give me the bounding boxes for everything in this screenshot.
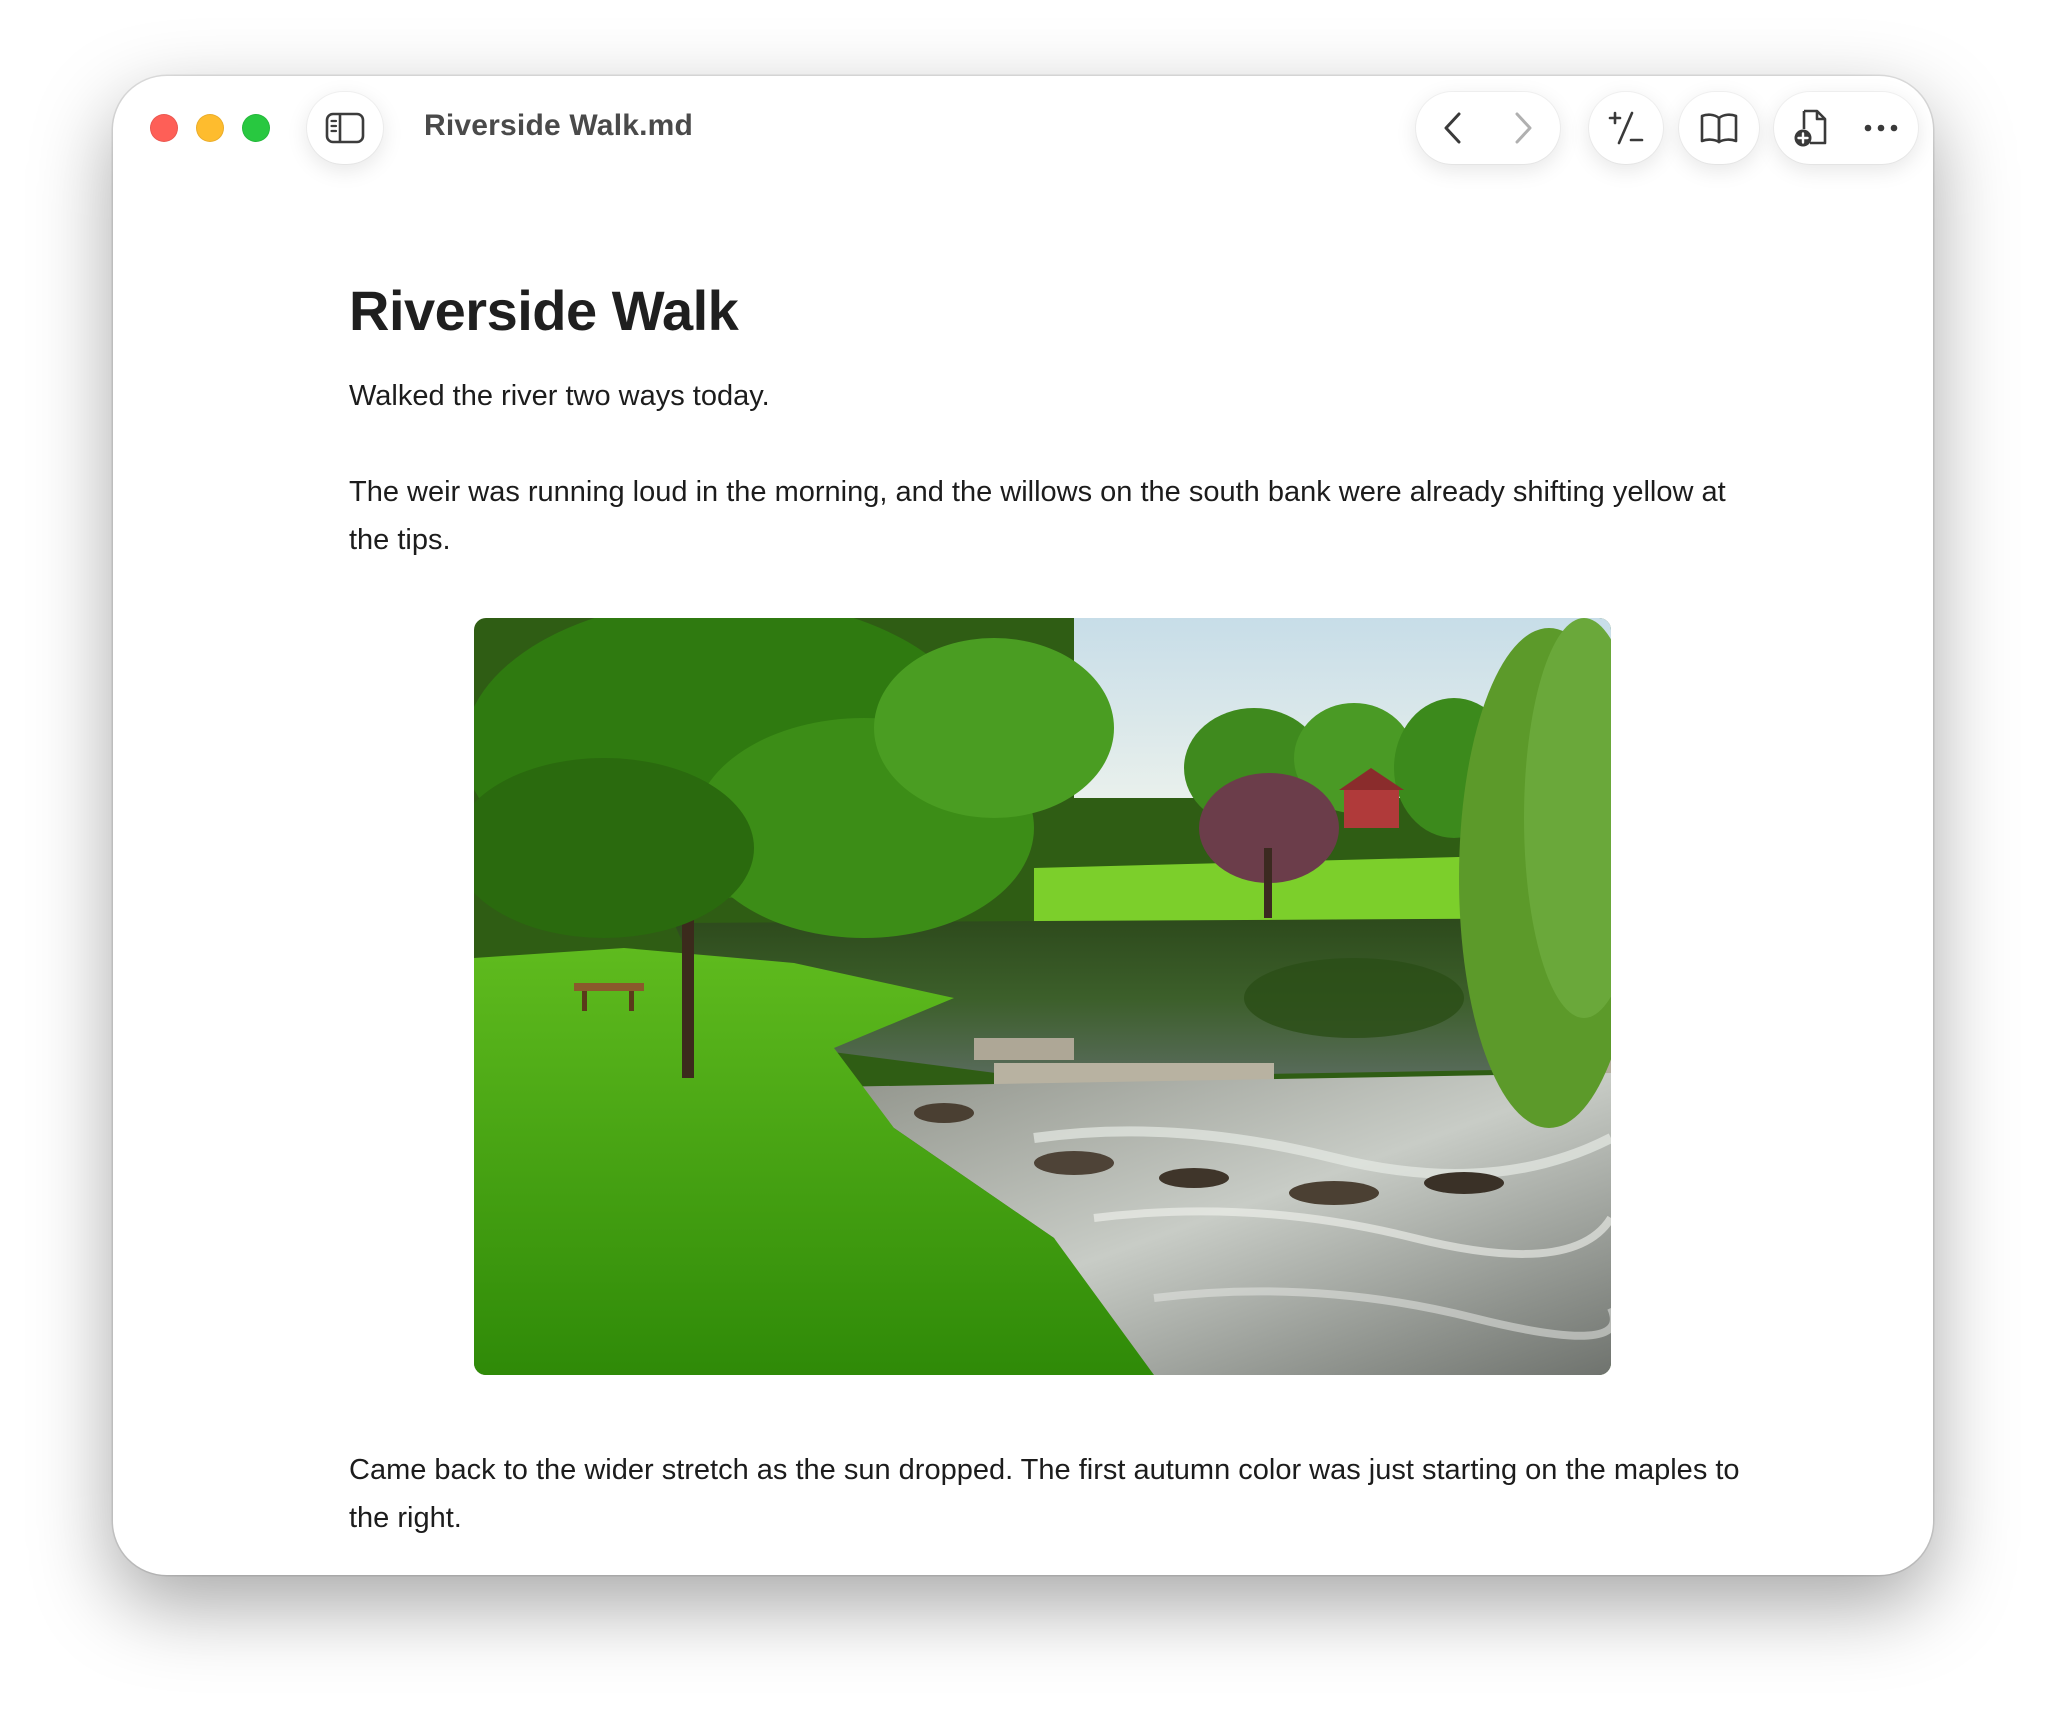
river-weir-photo [474,618,1611,1375]
document-filename: Riverside Walk.md [424,109,694,142]
forward-button[interactable] [1488,92,1558,164]
paragraph: Came back to the wider stretch as the su… [349,1454,1740,1534]
ellipsis-icon [1864,124,1898,132]
app-window: Riverside Walk.md Riverside Walk Walked … [113,76,1933,1575]
title-bar: Riverside Walk.md [113,76,1933,176]
sidebar-toggle-icon [325,112,365,144]
close-window-button[interactable] [150,114,178,142]
paragraph: Walked the river two ways today. [349,380,770,412]
back-button[interactable] [1418,92,1488,164]
more-options-button[interactable] [1846,92,1916,164]
plus-minus-icon [1608,111,1644,145]
changes-button[interactable] [1589,92,1663,164]
zoom-window-button[interactable] [242,114,270,142]
chevron-right-icon [1515,112,1532,144]
book-icon [1700,113,1738,144]
sidebar-toggle-button[interactable] [307,92,383,164]
paragraph: The weir was running loud in the morning… [349,476,1726,556]
document-body[interactable]: Riverside Walk Walked the river two ways… [349,276,1749,1534]
new-document-icon [1794,109,1827,147]
document-actions-group [1774,92,1918,164]
chevron-left-icon [1444,112,1461,144]
navigation-group [1416,92,1560,164]
minimize-window-button[interactable] [196,114,224,142]
document-heading: Riverside Walk [349,279,739,342]
new-document-button[interactable] [1776,92,1846,164]
reader-mode-button[interactable] [1679,92,1759,164]
